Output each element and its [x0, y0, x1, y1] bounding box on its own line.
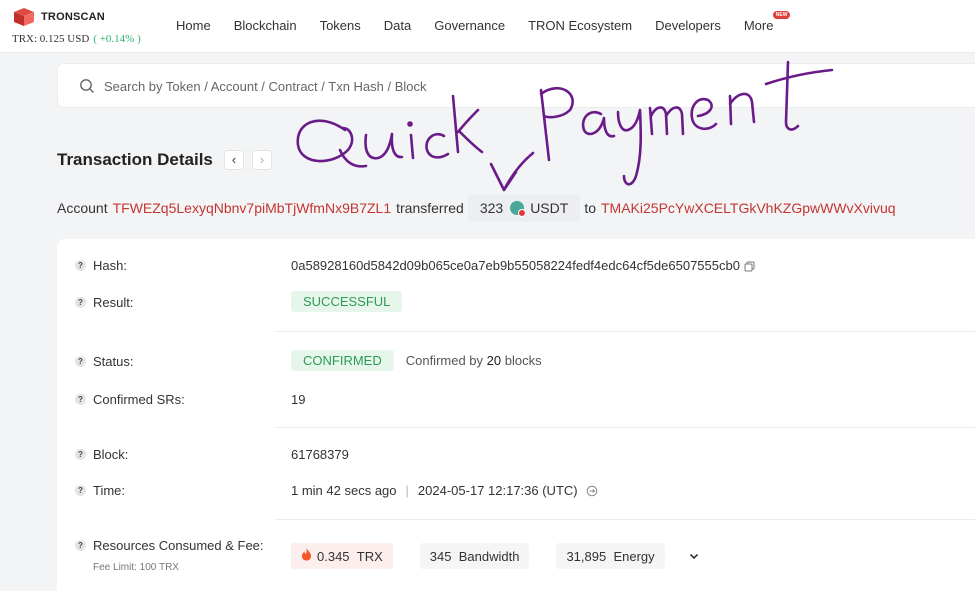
- time-ago: 1 min 42 secs ago: [291, 483, 397, 498]
- energy-pill: 31,895 Energy: [556, 543, 665, 569]
- block-label: Block:: [93, 447, 129, 462]
- trx-fee-pill: 0.345 TRX: [291, 543, 393, 569]
- block-number-link[interactable]: 61768379: [291, 447, 349, 462]
- trx-price: TRX: 0.125 USD( +0.14% ): [12, 33, 141, 45]
- hash-label: Hash:: [93, 258, 127, 273]
- bandwidth-value: 345: [429, 548, 452, 564]
- help-icon[interactable]: ?: [75, 260, 86, 271]
- trx-fee-value: 0.345: [317, 548, 350, 564]
- hash-value: 0a58928160d5842d09b065ce0a7eb9b55058224f…: [291, 258, 740, 273]
- transfer-amount: 323: [479, 200, 504, 216]
- help-icon[interactable]: ?: [75, 297, 86, 308]
- confirmed-by-count: 20: [486, 353, 502, 368]
- resources-row: ? Resources Consumed & Fee:: [75, 538, 264, 553]
- confirmed-srs-value: 19: [291, 392, 306, 407]
- trx-fee-unit: TRX: [356, 548, 383, 564]
- tronscan-logo[interactable]: TRONSCAN: [12, 7, 105, 27]
- confirmed-by-prefix: Confirmed by: [405, 353, 484, 368]
- nav-more-label: More: [743, 18, 774, 33]
- top-header: TRONSCAN TRX: 0.125 USD( +0.14% ) Home B…: [0, 0, 975, 53]
- nav-more[interactable]: More NEW: [743, 11, 797, 33]
- block-row: ? Block:: [75, 447, 128, 462]
- nav-governance[interactable]: Governance: [434, 18, 505, 33]
- status-badge: CONFIRMED: [291, 350, 394, 371]
- resources-label: Resources Consumed & Fee:: [93, 538, 264, 553]
- resources-value-group: 0.345 TRX 345 Bandwidth 31,895 Energy: [291, 543, 701, 569]
- nav-blockchain[interactable]: Blockchain: [234, 18, 297, 33]
- trx-price-change: ( +0.14% ): [93, 33, 141, 45]
- bandwidth-unit: Bandwidth: [458, 548, 520, 564]
- nav-tokens[interactable]: Tokens: [320, 18, 361, 33]
- help-icon[interactable]: ?: [75, 356, 86, 367]
- result-value-group: SUCCESSFUL: [291, 291, 403, 312]
- help-icon[interactable]: ?: [75, 394, 86, 405]
- status-row: ? Status:: [75, 354, 133, 369]
- copy-icon[interactable]: [744, 260, 755, 272]
- confirmed-srs-label: Confirmed SRs:: [93, 392, 185, 407]
- nav-data[interactable]: Data: [384, 18, 411, 33]
- confirmed-by-suffix: blocks: [504, 353, 542, 368]
- page-title: Transaction Details: [57, 150, 213, 169]
- divider: [275, 519, 975, 520]
- amount-pill: 323 USDT: [467, 194, 581, 222]
- summary-to-word: to: [584, 200, 596, 216]
- status-label: Status:: [93, 354, 134, 369]
- transaction-details-card: ? Hash: 0a58928160d5842d09b065ce0a7eb9b5…: [57, 239, 975, 591]
- time-utc: 2024-05-17 12:17:36 (UTC): [417, 483, 578, 498]
- energy-value: 31,895: [566, 548, 607, 564]
- tronscan-logo-icon: [12, 7, 36, 27]
- to-address-link[interactable]: TMAKi25PcYwXCELTGkVhKZGpwWWvXvivuq: [601, 200, 896, 216]
- nav-developers[interactable]: Developers: [655, 18, 721, 33]
- fee-limit: Fee Limit: 100 TRX: [93, 562, 179, 573]
- time-value-group: 1 min 42 secs ago | 2024-05-17 12:17:36 …: [291, 483, 598, 498]
- divider: [275, 331, 975, 332]
- next-transaction-button[interactable]: ›: [252, 150, 272, 170]
- new-badge: NEW: [772, 11, 791, 19]
- usdt-token-icon: [510, 201, 527, 217]
- from-address-link[interactable]: TFWEZq5LexyqNbnv7piMbTjWfmNx9B7ZL1: [113, 200, 392, 216]
- token-symbol[interactable]: USDT: [530, 200, 568, 216]
- search-icon: [79, 78, 95, 94]
- time-row: ? Time:: [75, 483, 125, 498]
- result-label: Result:: [93, 295, 134, 310]
- confirmed-srs-row: ? Confirmed SRs:: [75, 392, 185, 407]
- nav-home[interactable]: Home: [176, 18, 211, 33]
- help-icon[interactable]: ?: [75, 540, 86, 551]
- result-row: ? Result:: [75, 295, 133, 310]
- search-bar[interactable]: [57, 63, 975, 108]
- transfer-summary: Account TFWEZq5LexyqNbnv7piMbTjWfmNx9B7Z…: [57, 194, 896, 222]
- summary-prefix: Account: [57, 200, 108, 216]
- bandwidth-pill: 345 Bandwidth: [419, 543, 530, 569]
- trx-price-label: TRX: 0.125 USD: [12, 33, 90, 45]
- status-value-group: CONFIRMED Confirmed by 20 blocks: [291, 350, 542, 371]
- hash-row: ? Hash:: [75, 258, 127, 273]
- fire-icon: [301, 548, 312, 564]
- search-input[interactable]: [104, 75, 704, 97]
- time-label: Time:: [93, 483, 126, 498]
- hash-value-group: 0a58928160d5842d09b065ce0a7eb9b55058224f…: [291, 258, 755, 273]
- main-nav: Home Blockchain Tokens Data Governance T…: [176, 11, 819, 33]
- nav-tron-ecosystem[interactable]: TRON Ecosystem: [528, 18, 632, 33]
- previous-transaction-button[interactable]: ‹: [224, 150, 244, 170]
- energy-unit: Energy: [613, 548, 655, 564]
- confirmed-by-text: Confirmed by 20 blocks: [406, 353, 542, 368]
- divider: [275, 427, 975, 428]
- result-badge: SUCCESSFUL: [291, 291, 403, 312]
- summary-verb: transferred: [396, 200, 464, 216]
- separator: |: [405, 483, 409, 498]
- help-icon[interactable]: ?: [75, 449, 86, 460]
- chevron-down-icon[interactable]: [687, 549, 701, 563]
- help-icon[interactable]: ?: [75, 485, 86, 496]
- timezone-icon[interactable]: [586, 485, 598, 497]
- brand-name: TRONSCAN: [41, 11, 105, 23]
